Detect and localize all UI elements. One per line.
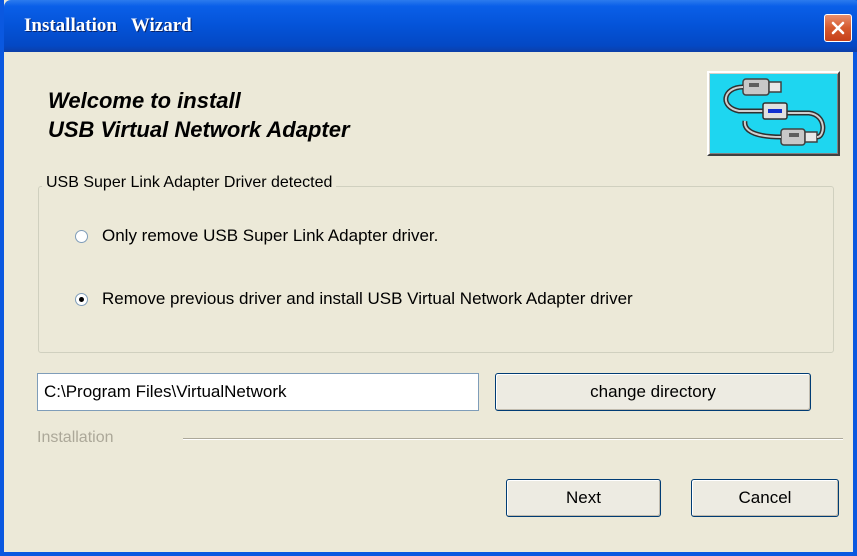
welcome-line-2: USB Virtual Network Adapter bbox=[48, 117, 350, 142]
cancel-button[interactable]: Cancel bbox=[691, 479, 839, 517]
usb-cable-icon bbox=[723, 78, 826, 146]
radio-remove-and-install[interactable] bbox=[75, 292, 88, 306]
usb-logo-panel bbox=[707, 71, 840, 156]
welcome-heading: Welcome to install USB Virtual Network A… bbox=[48, 86, 648, 144]
option-remove-only-label: Only remove USB Super Link Adapter drive… bbox=[102, 226, 439, 245]
driver-detected-group bbox=[38, 186, 834, 353]
installation-progress-label: Installation bbox=[37, 429, 114, 446]
radio-remove-only[interactable] bbox=[75, 229, 88, 243]
option-remove-and-install[interactable]: Remove previous driver and install USB V… bbox=[75, 287, 633, 311]
close-button[interactable] bbox=[824, 14, 852, 42]
title-bar[interactable]: Installation Wizard bbox=[4, 0, 857, 52]
group-legend: USB Super Link Adapter Driver detected bbox=[42, 174, 337, 192]
install-directory-input[interactable] bbox=[37, 373, 479, 411]
close-icon bbox=[831, 21, 845, 35]
window-title: Installation Wizard bbox=[24, 15, 192, 36]
next-button[interactable]: Next bbox=[506, 479, 661, 517]
installation-progress-bar bbox=[183, 438, 843, 440]
welcome-line-1: Welcome to install bbox=[48, 88, 241, 113]
installation-wizard-window: Installation Wizard Welcome to install U… bbox=[0, 0, 857, 556]
option-remove-only[interactable]: Only remove USB Super Link Adapter drive… bbox=[75, 224, 438, 248]
change-directory-button[interactable]: change directory bbox=[495, 373, 811, 411]
option-remove-and-install-label: Remove previous driver and install USB V… bbox=[102, 289, 633, 308]
